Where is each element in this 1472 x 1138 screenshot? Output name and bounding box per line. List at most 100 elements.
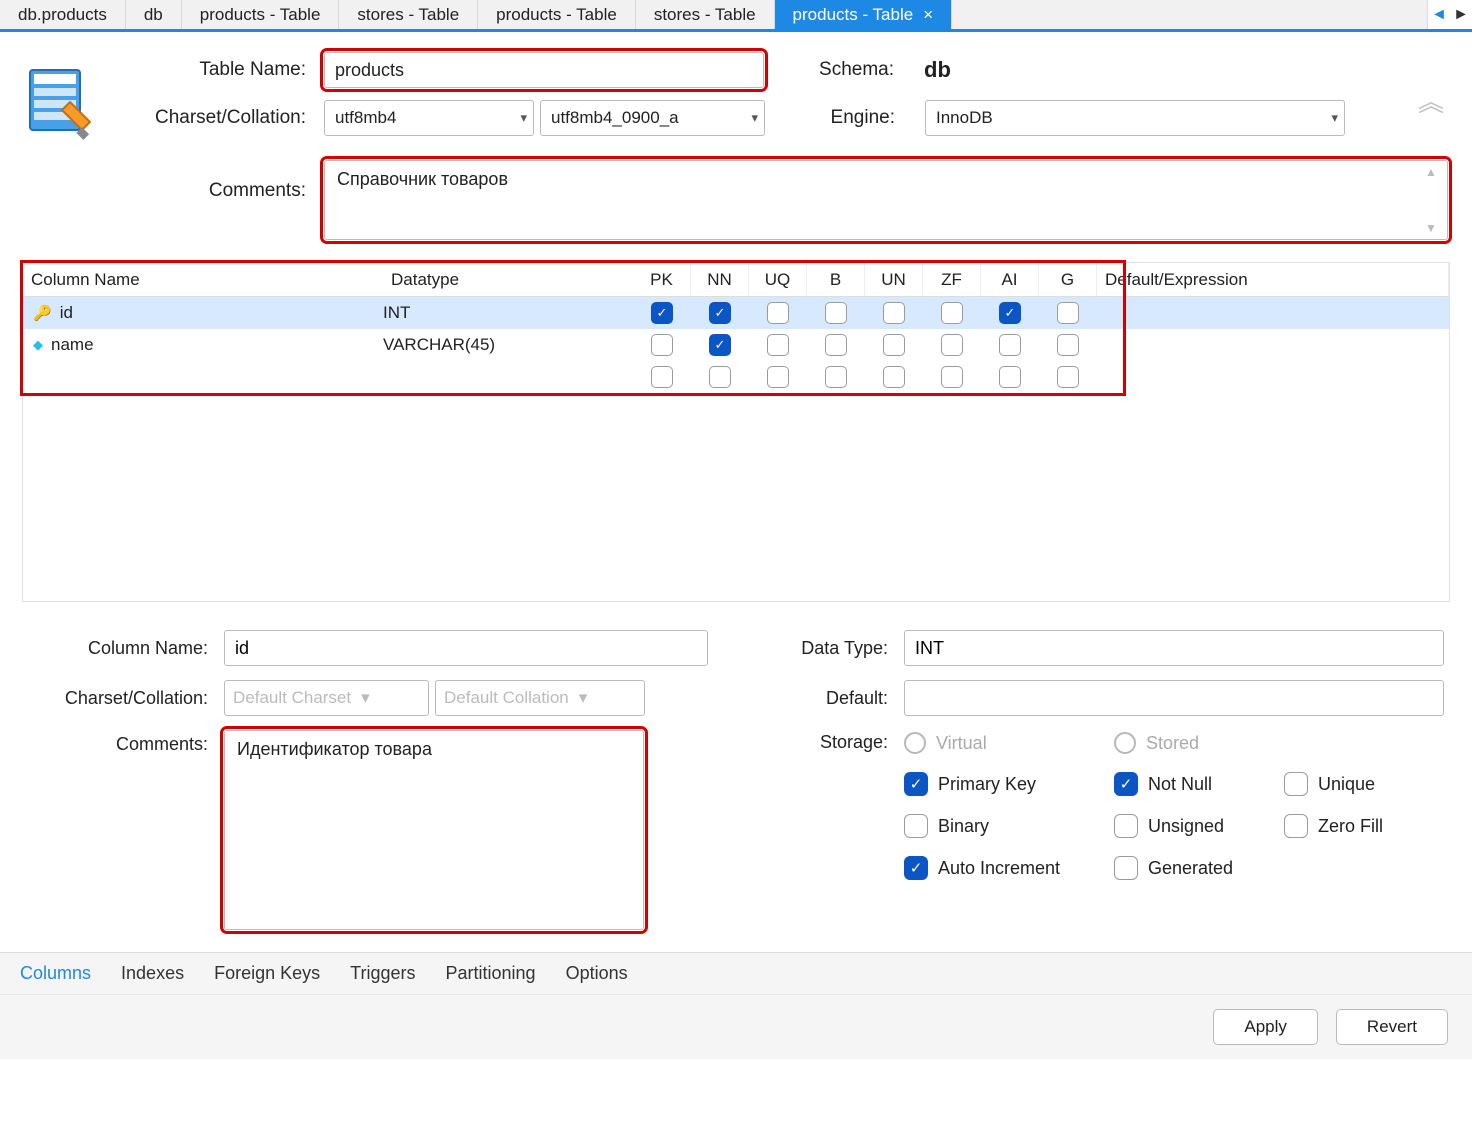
apply-button[interactable]: Apply [1213,1009,1318,1045]
chk-primary-key[interactable]: ✓Primary Key [904,772,1114,796]
cell-zf[interactable] [923,366,981,388]
cell-ai[interactable] [981,366,1039,388]
btab-triggers[interactable]: Triggers [350,963,415,984]
chk-nn-label: Not Null [1148,774,1212,795]
tab-label: products - Table [200,5,321,25]
gh-nn[interactable]: NN [691,263,749,296]
cell-ai[interactable] [981,334,1039,356]
cell-b[interactable] [807,334,865,356]
cell-zf[interactable] [923,334,981,356]
gh-b[interactable]: B [807,263,865,296]
chevron-down-icon: ▾ [579,688,588,708]
tab-stores-table-2[interactable]: stores - Table [636,0,775,29]
chk-auto-increment[interactable]: ✓Auto Increment [904,856,1114,880]
cell-un[interactable] [865,302,923,324]
cell-uq[interactable] [749,302,807,324]
cell-pk[interactable] [633,366,691,388]
cell-nn[interactable]: ✓ [691,302,749,324]
btab-columns[interactable]: Columns [20,963,91,984]
table-name-label: Table Name: [116,59,306,81]
btab-options[interactable]: Options [566,963,628,984]
btab-indexes[interactable]: Indexes [121,963,184,984]
checkbox-icon [941,366,963,388]
checkbox-icon [883,302,905,324]
cell-pk[interactable]: ✓ [633,302,691,324]
gh-default[interactable]: Default/Expression [1097,263,1449,296]
chk-unique[interactable]: Unique [1284,772,1444,796]
chk-unsigned[interactable]: Unsigned [1114,814,1284,838]
gh-zf[interactable]: ZF [923,263,981,296]
checkbox-icon [767,334,789,356]
radio-virtual[interactable]: Virtual [904,732,1114,754]
table-row[interactable] [23,361,1449,393]
cell-g[interactable] [1039,334,1097,356]
cell-g[interactable] [1039,366,1097,388]
det-comments-label: Comments: [28,734,208,755]
cell-uq[interactable] [749,334,807,356]
btab-foreign-keys[interactable]: Foreign Keys [214,963,320,984]
table-row[interactable]: 🔑idINT✓✓✓ [23,297,1449,329]
gh-pk[interactable]: PK [633,263,691,296]
cell-uq[interactable] [749,366,807,388]
gh-ai[interactable]: AI [981,263,1039,296]
det-comments-input[interactable]: Идентификатор товара [224,730,644,930]
chevron-down-icon: ▾ [1331,110,1338,126]
det-col-name-input[interactable] [224,630,708,666]
cell-zf[interactable] [923,302,981,324]
tab-label: products - Table [793,5,914,25]
cell-ai[interactable]: ✓ [981,302,1039,324]
close-icon[interactable]: × [923,5,933,25]
table-comments-input[interactable]: Справочник товаров ▲ ▼ [324,160,1448,240]
det-charset-select[interactable]: Default Charset▾ [224,680,429,716]
cell-un[interactable] [865,334,923,356]
tab-products-table-2[interactable]: products - Table [478,0,636,29]
gh-un[interactable]: UN [865,263,923,296]
radio-stored-label: Stored [1146,733,1199,754]
tab-products-table-active[interactable]: products - Table × [775,0,953,29]
cell-g[interactable] [1039,302,1097,324]
schema-value: db [924,57,951,83]
scroll-up-icon[interactable]: ▲ [1425,165,1443,179]
cell-datatype[interactable]: VARCHAR(45) [383,335,633,355]
gh-uq[interactable]: UQ [749,263,807,296]
engine-select[interactable]: InnoDB ▾ [925,100,1345,136]
radio-stored[interactable]: Stored [1114,732,1284,754]
tab-next-icon[interactable]: ► [1450,6,1472,24]
det-default-label: Default: [748,688,888,709]
det-collation-select[interactable]: Default Collation▾ [435,680,645,716]
table-row[interactable]: ◆nameVARCHAR(45) ✓ [23,329,1449,361]
chk-not-null[interactable]: ✓Not Null [1114,772,1284,796]
gh-g[interactable]: G [1039,263,1097,296]
revert-button[interactable]: Revert [1336,1009,1448,1045]
chk-generated[interactable]: Generated [1114,856,1284,880]
tab-label: db [144,5,163,25]
tab-db-products[interactable]: db.products [0,0,126,29]
cell-column-name[interactable]: ◆name [23,335,383,355]
cell-un[interactable] [865,366,923,388]
gh-datatype[interactable]: Datatype [383,263,633,296]
scroll-down-icon[interactable]: ▼ [1425,221,1443,235]
cell-column-name[interactable]: 🔑id [23,303,383,323]
chk-binary[interactable]: Binary [904,814,1114,838]
cell-nn[interactable]: ✓ [691,334,749,356]
det-datatype-input[interactable] [904,630,1444,666]
tab-products-table-1[interactable]: products - Table [182,0,340,29]
btab-partitioning[interactable]: Partitioning [446,963,536,984]
chk-zero-fill[interactable]: Zero Fill [1284,814,1444,838]
tab-stores-table-1[interactable]: stores - Table [339,0,478,29]
collation-select[interactable]: utf8mb4_0900_a ▾ [540,100,765,136]
cell-b[interactable] [807,302,865,324]
tab-db[interactable]: db [126,0,182,29]
cell-datatype[interactable]: INT [383,303,633,323]
gh-column-name[interactable]: Column Name [23,263,383,296]
cell-pk[interactable] [633,334,691,356]
cell-nn[interactable] [691,366,749,388]
tab-prev-icon[interactable]: ◄ [1428,6,1450,24]
charset-select[interactable]: utf8mb4 ▾ [324,100,534,136]
checkbox-icon [651,334,673,356]
cell-b[interactable] [807,366,865,388]
checkbox-icon [767,302,789,324]
table-name-input[interactable] [324,52,764,88]
det-default-input[interactable] [904,680,1444,716]
collapse-icon[interactable]: ︽ [1418,96,1444,109]
